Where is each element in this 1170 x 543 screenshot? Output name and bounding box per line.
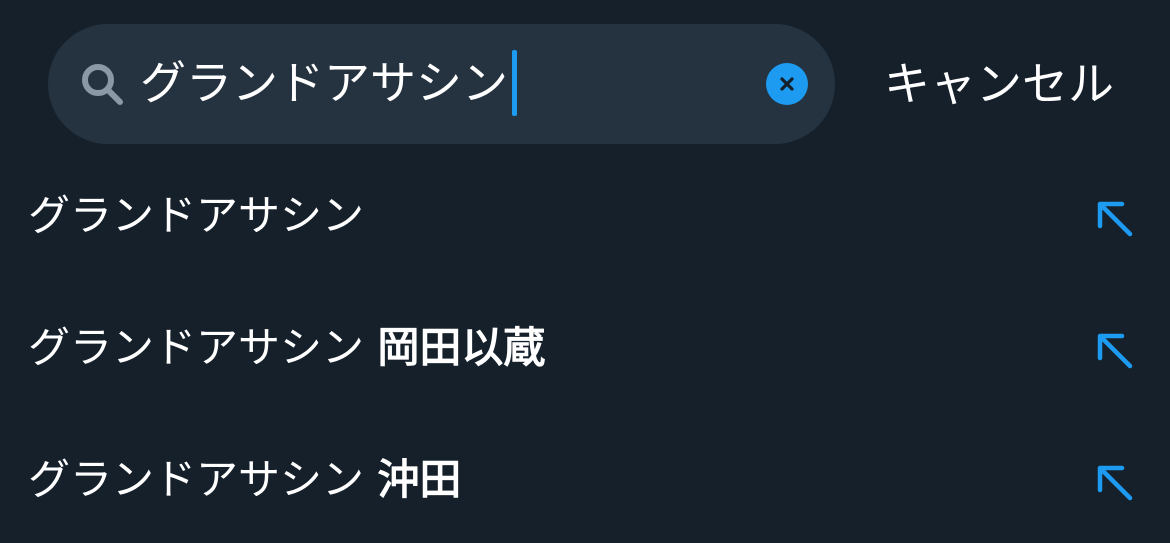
suggestion-base-text: グランドアサシン [28,191,365,240]
cancel-button[interactable]: キャンセル [884,52,1114,116]
clear-search-button[interactable] [766,63,808,105]
text-caret [512,50,517,116]
arrow-up-left-icon[interactable] [1092,460,1136,504]
suggestion-item[interactable]: グランドアサシン [0,150,1170,282]
search-query-text: グランドアサシン [140,56,508,110]
suggestion-extra-text: 岡田以蔵 [377,323,546,372]
suggestion-label: グランドアサシン [28,184,364,248]
arrow-up-left-icon[interactable] [1092,328,1136,372]
suggestion-base-text: グランドアサシン [28,455,365,504]
suggestion-item[interactable]: グランドアサシン 沖田 [0,414,1170,543]
suggestion-base-text: グランドアサシン [28,323,365,372]
suggestion-label: グランドアサシン 沖田 [28,448,461,512]
suggestion-item[interactable]: グランドアサシン 岡田以蔵 [0,282,1170,414]
suggestion-list: グランドアサシン グランドアサシン 岡田以蔵 グランドアサシン 沖田 [0,150,1170,543]
clear-icon [780,77,794,91]
search-icon [82,64,123,105]
suggestion-extra-text: 沖田 [377,455,462,504]
arrow-up-left-icon[interactable] [1092,196,1136,240]
search-header: グランドアサシン キャンセル [0,0,1170,160]
search-screen: グランドアサシン キャンセル グランドアサシン グランドアサシン 岡田以蔵 グラ… [0,0,1170,543]
suggestion-label: グランドアサシン 岡田以蔵 [28,316,545,380]
search-query[interactable]: グランドアサシン [140,50,517,116]
